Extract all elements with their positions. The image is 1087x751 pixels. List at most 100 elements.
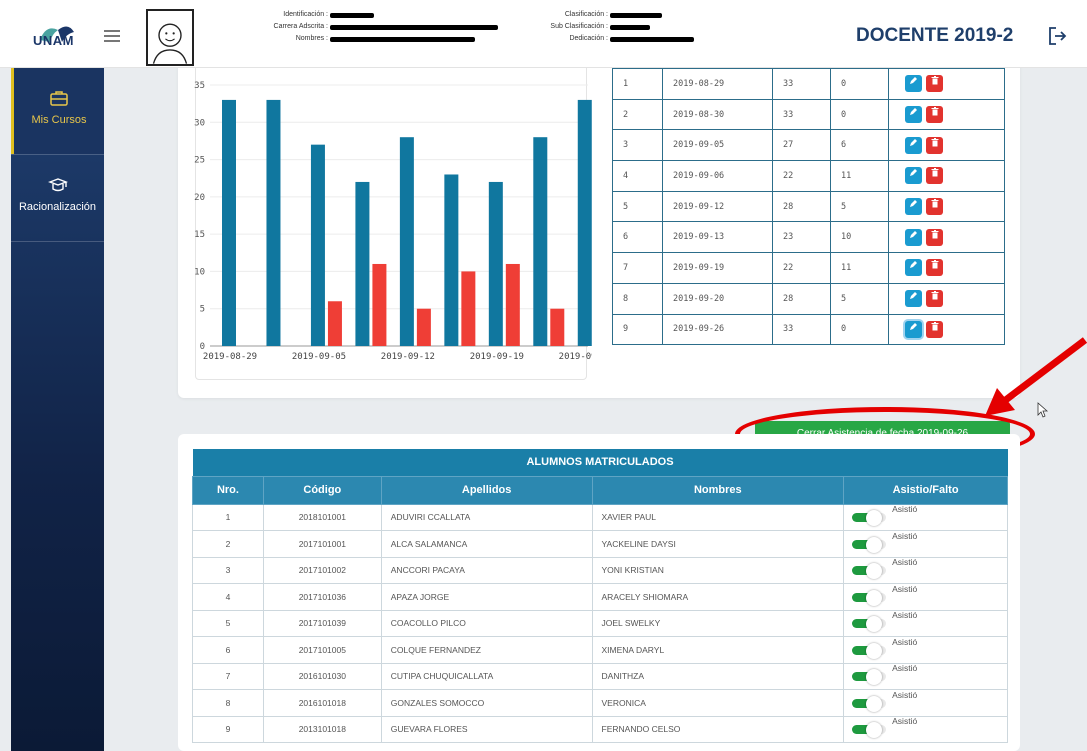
student-number: 3 (192, 556, 264, 584)
trash-icon (931, 260, 938, 269)
student-surnames: APAZA JORGE (380, 583, 593, 611)
student-surnames: ALCA SALAMANCA (380, 530, 593, 558)
table-row: 5 2017101039 COACOLLO PILCO JOEL SWELKY Asis… (192, 609, 1008, 637)
session-date: 2019-09-20 (662, 282, 773, 315)
pencil-icon (910, 292, 917, 300)
session-actions (888, 129, 1005, 162)
student-code: 2016101030 (262, 662, 382, 690)
delete-button[interactable] (926, 290, 943, 308)
bar-series-1 (355, 181, 370, 346)
student-surnames: COACOLLO PILCO (380, 609, 593, 637)
session-actions (888, 68, 1005, 100)
y-tick-label: 20 (194, 193, 205, 203)
student-number: 6 (192, 636, 264, 664)
session-absent-count: 6 (830, 129, 889, 162)
y-tick-label: 25 (194, 156, 205, 166)
nombres-label: Nombres : (295, 35, 328, 42)
col-header-codigo: Código (262, 475, 382, 505)
edit-button[interactable] (905, 75, 922, 93)
col-header-asistio: Asistio/Falto (843, 475, 1008, 505)
delete-button[interactable] (926, 228, 943, 246)
trash-icon (931, 168, 938, 177)
attendance-toggle[interactable] (852, 642, 887, 659)
session-number: 8 (612, 282, 663, 315)
delete-button[interactable] (926, 198, 943, 216)
bar-series-2 (327, 301, 342, 346)
redacted-value (610, 12, 662, 18)
bar-series-2 (372, 263, 387, 346)
edit-button[interactable] (905, 228, 922, 246)
delete-button[interactable] (926, 259, 943, 277)
session-absent-count: 5 (830, 190, 889, 223)
session-number: 6 (612, 221, 663, 254)
student-names: ARACELY SHIOMARA (591, 583, 845, 611)
avatar[interactable] (146, 9, 194, 66)
trash-icon (931, 229, 938, 239)
session-actions (888, 98, 1005, 131)
x-tick-label: 2019-08-29 (203, 352, 257, 362)
table-row: 6 2017101005 COLQUE FERNANDEZ XIMENA DARYL A… (192, 636, 1008, 664)
session-actions (888, 252, 1005, 284)
menu-toggle-icon[interactable] (104, 30, 120, 42)
logout-icon[interactable] (1046, 25, 1068, 47)
attendance-toggle[interactable] (852, 510, 887, 527)
edit-button[interactable] (905, 320, 922, 338)
trash-icon (931, 137, 938, 147)
session-date: 2019-09-12 (662, 190, 773, 223)
pencil-icon (910, 169, 917, 177)
attendance-toggle[interactable] (852, 536, 887, 553)
delete-button[interactable] (926, 320, 943, 338)
pencil-icon (910, 108, 917, 116)
session-number: 2 (612, 98, 663, 131)
session-absent-count: 0 (830, 313, 889, 346)
delete-button[interactable] (926, 167, 943, 185)
redacted-value (610, 36, 694, 42)
session-number: 4 (612, 160, 663, 192)
students-table: ALUMNOS MATRICULADOS Nro. Código Apellid… (192, 449, 1008, 743)
sidebar-item-racionalizacion[interactable]: Racionalización (11, 155, 104, 241)
student-code: 2018101001 (262, 503, 382, 531)
table-row: 2 2017101001 ALCA SALAMANCA YACKELINE DAYSI… (192, 530, 1008, 558)
student-names: XAVIER PAUL (591, 503, 845, 531)
student-surnames: ANCCORI PACAYA (380, 556, 593, 584)
edit-button[interactable] (905, 106, 922, 124)
attendance-toggle[interactable] (852, 669, 887, 686)
trash-icon (931, 107, 938, 116)
session-actions (888, 190, 1005, 223)
x-tick-label: 2019-09-12 (381, 352, 435, 362)
dedicacion-label: Dedicación : (569, 35, 608, 42)
bar-series-1 (222, 99, 236, 347)
delete-button[interactable] (926, 136, 943, 154)
redacted-value (330, 24, 498, 30)
bar-series-2 (505, 263, 520, 346)
briefcase-icon (50, 91, 68, 106)
graduation-cap-icon (47, 178, 68, 192)
edit-button[interactable] (905, 290, 922, 308)
edit-button[interactable] (905, 167, 922, 185)
student-names: XIMENA DARYL (591, 636, 845, 664)
col-header-apellidos: Apellidos (380, 475, 593, 505)
trash-icon (931, 76, 938, 85)
attendance-cell: Asistió (843, 609, 1008, 637)
edit-button[interactable] (905, 136, 922, 154)
attendance-cell: Asistió (843, 689, 1008, 717)
edit-button[interactable] (905, 259, 922, 277)
table-row: 1 2018101001 ADUVIRI CCALLATA XAVIER PAUL As… (192, 503, 1008, 531)
session-date: 2019-09-05 (662, 129, 773, 162)
sidebar-item-mis-cursos[interactable]: Mis Cursos (11, 68, 104, 154)
y-tick-label: 0 (200, 342, 205, 352)
attendance-toggle[interactable] (852, 563, 887, 580)
delete-button[interactable] (926, 106, 943, 124)
student-names: YACKELINE DAYSI (591, 530, 845, 558)
bar-series-1 (533, 137, 548, 346)
attendance-toggle[interactable] (852, 695, 887, 712)
table-row: 3 2017101002 ANCCORI PACAYA YONI KRISTIAN As… (192, 556, 1008, 584)
delete-button[interactable] (926, 75, 943, 93)
edit-button[interactable] (905, 198, 922, 216)
teacher-info: Identificación : Carrera Adscrita : Nomb… (225, 9, 498, 45)
attendance-toggle[interactable] (852, 722, 887, 739)
attendance-toggle[interactable] (852, 589, 887, 606)
redacted-value (330, 12, 374, 18)
session-absent-count: 0 (830, 98, 889, 131)
attendance-toggle[interactable] (852, 616, 887, 633)
